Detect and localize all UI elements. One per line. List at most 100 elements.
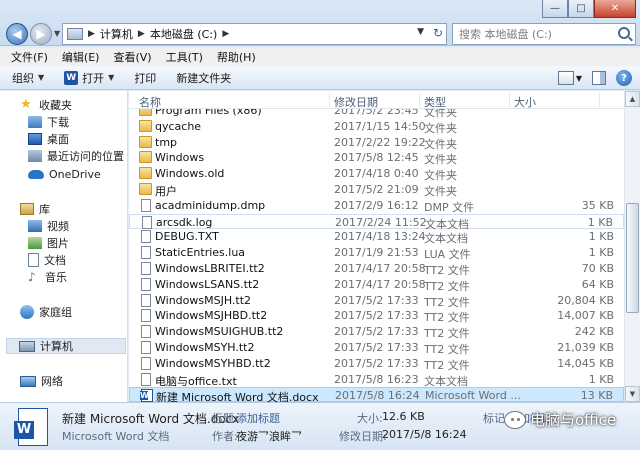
- file-row[interactable]: 电脑与office.txt 2017/5/8 16:23 文本文档 1 KB: [129, 372, 624, 388]
- file-size: 1 KB: [588, 372, 614, 386]
- print-button[interactable]: 打印: [134, 70, 156, 86]
- file-name: qycache: [155, 119, 202, 133]
- back-button[interactable]: ◀: [6, 23, 28, 45]
- organize-button[interactable]: 组织 ▼: [12, 70, 44, 86]
- file-row[interactable]: WindowsLSANS.tt2 2017/4/17 20:58 TT2 文件 64 …: [129, 277, 624, 293]
- file-icon: [141, 325, 151, 339]
- menu-help[interactable]: 帮助(H): [210, 49, 263, 65]
- file-row[interactable]: WindowsMSJHBD.tt2 2017/5/2 17:33 TT2 文件 14,…: [129, 308, 624, 324]
- file-row[interactable]: 用户 2017/5/2 21:09 文件夹: [129, 182, 624, 198]
- forward-button[interactable]: ▶: [30, 23, 52, 45]
- file-row[interactable]: StaticEntries.lua 2017/1/9 21:53 LUA 文件 1 K…: [129, 245, 624, 262]
- column-name[interactable]: 名称: [139, 94, 161, 110]
- nav-videos[interactable]: 视频: [28, 218, 69, 234]
- nav-favorites[interactable]: ★ 收藏夹: [20, 97, 72, 113]
- details-title-label: 标题:: [212, 412, 238, 425]
- chevron-right-icon[interactable]: ▶: [138, 29, 145, 39]
- file-row[interactable]: acadminidump.dmp 2017/2/9 16:12 DMP 文件 35 K…: [129, 198, 624, 214]
- file-row[interactable]: WindowsLBRITEI.tt2 2017/4/17 20:58 TT2 文件 7…: [129, 261, 624, 277]
- file-row[interactable]: WindowsMSYHBD.tt2 2017/5/2 17:33 TT2 文件 14,…: [129, 356, 624, 372]
- file-row[interactable]: WindowsMSYH.tt2 2017/5/2 17:33 TT2 文件 21,03…: [129, 340, 624, 356]
- search-input[interactable]: 搜索 本地磁盘 (C:): [452, 23, 636, 45]
- column-size[interactable]: 大小: [514, 94, 536, 110]
- navigation-pane: ★ 收藏夹 下载 桌面 最近访问的位置 OneDrive 库 视频 图片 文档 …: [0, 91, 128, 402]
- file-date: 2017/5/2 17:33: [334, 325, 419, 339]
- nav-label: 家庭组: [39, 306, 72, 319]
- scroll-up-button[interactable]: ▲: [625, 91, 640, 107]
- column-divider[interactable]: [509, 93, 510, 107]
- close-button[interactable]: ✕: [594, 0, 636, 18]
- chevron-right-icon[interactable]: ▶: [88, 29, 95, 39]
- command-bar: 组织 ▼ W 打开 ▼ 打印 新建文件夹 ▼ ?: [0, 66, 640, 90]
- column-divider[interactable]: [329, 93, 330, 107]
- nav-recent[interactable]: 最近访问的位置: [28, 148, 124, 164]
- file-row[interactable]: arcsdk.log 2017/2/24 11:52 文本文档 1 KB: [129, 213, 624, 231]
- recent-pages-dropdown[interactable]: ▼: [54, 29, 60, 38]
- file-row[interactable]: Program Files (x86) 2017/5/2 23:45 文件夹: [129, 109, 624, 119]
- file-name: WindowsMSYH.tt2: [155, 341, 255, 354]
- file-name: 新建 Microsoft Word 文档.docx: [156, 391, 319, 402]
- menu-edit[interactable]: 编辑(E): [55, 49, 107, 65]
- scroll-thumb[interactable]: [626, 203, 639, 313]
- column-divider[interactable]: [599, 93, 600, 107]
- file-row[interactable]: Windows 2017/5/8 12:45 文件夹: [129, 150, 624, 167]
- file-type: LUA 文件: [424, 248, 471, 262]
- preview-pane-icon[interactable]: [592, 71, 606, 85]
- breadcrumb-local-disk[interactable]: 本地磁盘 (C:): [150, 26, 217, 42]
- address-history-dropdown[interactable]: ▼: [417, 27, 424, 37]
- minimize-button[interactable]: —: [542, 0, 568, 18]
- menu-tools[interactable]: 工具(T): [159, 49, 210, 65]
- details-modified-label: 修改日期:: [339, 430, 387, 443]
- help-icon[interactable]: ?: [616, 70, 632, 86]
- nav-label: 库: [39, 203, 50, 216]
- library-icon: [20, 203, 34, 215]
- nav-music[interactable]: ♪ 音乐: [28, 269, 67, 285]
- details-author-label: 作者:: [212, 430, 238, 443]
- column-date[interactable]: 修改日期: [334, 94, 378, 110]
- open-button[interactable]: W 打开 ▼: [64, 70, 114, 86]
- file-list: Program Files (x86) 2017/5/2 23:45 文件夹 qyca…: [129, 109, 624, 402]
- chevron-right-icon[interactable]: ▶: [222, 29, 229, 39]
- nav-downloads[interactable]: 下载: [28, 114, 69, 130]
- chevron-down-icon[interactable]: ▼: [576, 74, 582, 83]
- nav-documents[interactable]: 文档: [28, 252, 66, 268]
- file-size: 14,007 KB: [557, 309, 614, 323]
- file-name: arcsdk.log: [156, 215, 213, 229]
- details-title-value[interactable]: 添加标题: [236, 410, 280, 426]
- file-row[interactable]: Windows.old 2017/4/18 0:40 文件夹: [129, 166, 624, 182]
- column-divider[interactable]: [419, 93, 420, 107]
- new-folder-button[interactable]: 新建文件夹: [176, 70, 231, 86]
- nav-network[interactable]: 网络: [20, 373, 63, 389]
- file-row[interactable]: DEBUG.TXT 2017/4/18 13:24 文本文档 1 KB: [129, 229, 624, 245]
- downloads-folder-icon: [28, 116, 42, 128]
- details-size-label: 大小:: [357, 412, 383, 425]
- file-row[interactable]: qycache 2017/1/15 14:50 文件夹: [129, 119, 624, 135]
- nav-libraries[interactable]: 库: [20, 201, 50, 217]
- file-type: TT2 文件: [424, 358, 470, 372]
- nav-pictures[interactable]: 图片: [28, 235, 69, 251]
- file-date: 2017/5/2 17:33: [334, 293, 419, 307]
- nav-onedrive[interactable]: OneDrive: [28, 166, 101, 182]
- maximize-button[interactable]: □: [568, 0, 594, 18]
- refresh-icon[interactable]: ↻: [433, 26, 443, 40]
- menu-file[interactable]: 文件(F): [4, 49, 55, 65]
- file-row[interactable]: WindowsMSUIGHUB.tt2 2017/5/2 17:33 TT2 文件 2…: [129, 324, 624, 340]
- view-options-icon[interactable]: [557, 71, 574, 85]
- nav-desktop[interactable]: 桌面: [28, 131, 69, 147]
- file-icon: [141, 198, 151, 212]
- file-row[interactable]: 新建 Microsoft Word 文档.docx 2017/5/8 16:24 M…: [129, 387, 624, 402]
- breadcrumb-computer[interactable]: 计算机: [100, 26, 133, 42]
- menu-view[interactable]: 查看(V): [106, 49, 158, 65]
- network-icon: [20, 375, 36, 387]
- file-row[interactable]: tmp 2017/2/22 19:22 文件夹: [129, 135, 624, 151]
- nav-computer[interactable]: 计算机: [6, 338, 126, 354]
- address-bar[interactable]: ▶ 计算机 ▶ 本地磁盘 (C:) ▶ ▼ ↻: [62, 23, 447, 45]
- nav-homegroup[interactable]: 家庭组: [20, 304, 72, 320]
- vertical-scrollbar[interactable]: ▲ ▼: [624, 91, 640, 402]
- column-type[interactable]: 类型: [424, 94, 446, 110]
- details-author-value[interactable]: 夜游乛浪眸乛: [236, 428, 302, 444]
- scroll-down-button[interactable]: ▼: [625, 386, 640, 402]
- search-icon[interactable]: [618, 27, 630, 39]
- file-type: 文件夹: [424, 153, 457, 167]
- file-row[interactable]: WindowsMSJH.tt2 2017/5/2 17:33 TT2 文件 20,80…: [129, 293, 624, 309]
